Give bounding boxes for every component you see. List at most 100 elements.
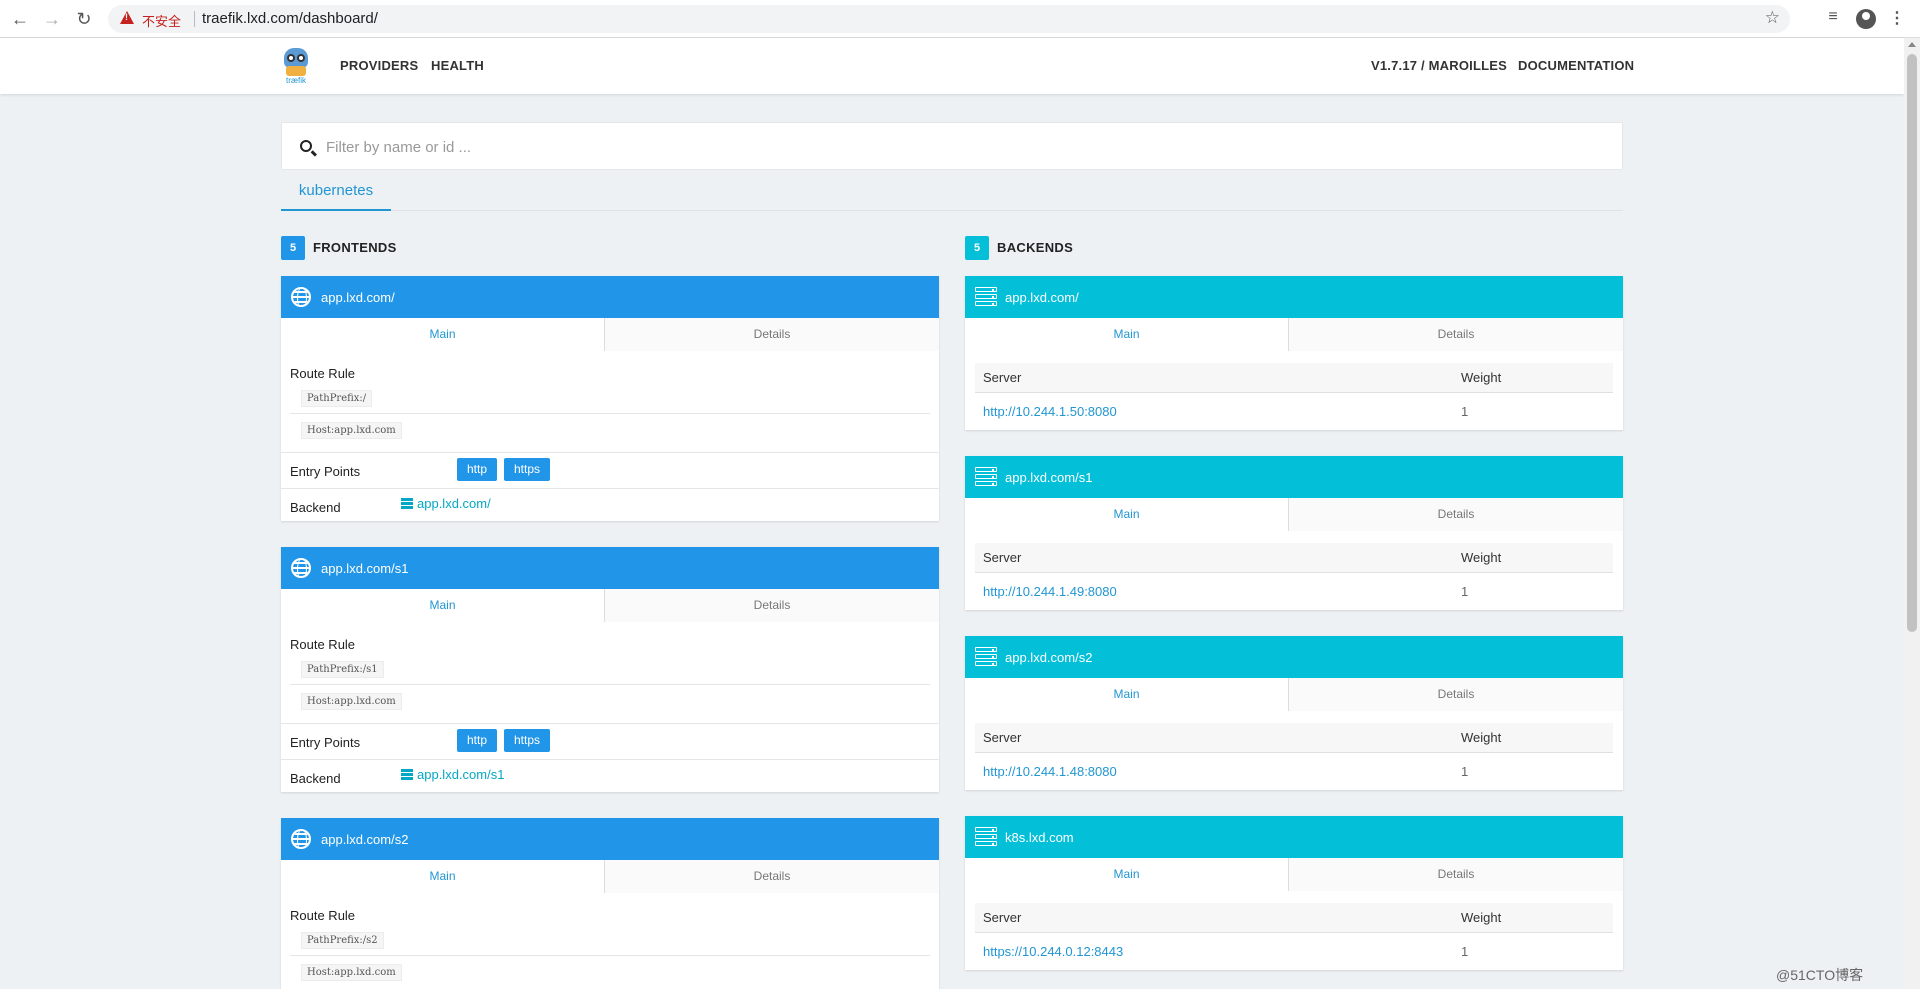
server-weight: 1 (1461, 764, 1469, 779)
frontend-name: app.lxd.com/ (321, 290, 395, 305)
column-weight: Weight (1461, 910, 1502, 925)
backend-card: k8s.lxd.com Main Details Server Weight h… (965, 816, 1623, 970)
column-weight: Weight (1461, 370, 1502, 385)
entry-point-http-button[interactable]: http (457, 458, 497, 481)
tab-main[interactable]: Main (965, 678, 1289, 711)
backend-name: app.lxd.com/s1 (1005, 470, 1093, 485)
frontend-name: app.lxd.com/s2 (321, 832, 409, 847)
frontend-card: app.lxd.com/s1 Main Details Route Rule P… (281, 547, 939, 792)
server-url-link[interactable]: https://10.244.0.12:8443 (983, 944, 1123, 959)
filter-input[interactable] (326, 135, 1526, 159)
url-text[interactable]: traefik.lxd.com/dashboard/ (202, 10, 378, 27)
tab-details[interactable]: Details (605, 318, 939, 351)
backend-card-header: app.lxd.com/ (965, 276, 1623, 318)
table-header (975, 903, 1613, 933)
tab-main[interactable]: Main (281, 589, 605, 622)
profile-avatar-icon[interactable] (1856, 9, 1876, 29)
filter-box (281, 122, 1623, 170)
route-rule-code: PathPrefix:/s2 (301, 932, 384, 949)
scrollbar-thumb[interactable] (1907, 54, 1917, 632)
backend-label: Backend (290, 500, 341, 515)
backend-link[interactable]: app.lxd.com/ (417, 496, 491, 511)
tab-details[interactable]: Details (1289, 318, 1623, 351)
backend-tabs: Main Details (965, 858, 1623, 891)
version-label: V1.7.17 / MAROILLES (1371, 58, 1508, 73)
table-header (975, 723, 1613, 753)
divider (290, 955, 930, 956)
server-icon (401, 769, 413, 780)
backend-name: app.lxd.com/s2 (1005, 650, 1093, 665)
route-rule-code: PathPrefix:/ (301, 390, 373, 407)
backend-tabs: Main Details (965, 318, 1623, 351)
tab-kubernetes[interactable]: kubernetes (281, 178, 391, 211)
column-server: Server (983, 370, 1022, 385)
tab-main[interactable]: Main (281, 860, 605, 893)
backend-card-header: app.lxd.com/s1 (965, 456, 1623, 498)
server-url-link[interactable]: http://10.244.1.48:8080 (983, 764, 1117, 779)
tab-main[interactable]: Main (965, 858, 1289, 891)
route-rule-code: PathPrefix:/s1 (301, 661, 384, 678)
nav-health[interactable]: HEALTH (431, 58, 484, 73)
table-header (975, 543, 1613, 573)
tab-details[interactable]: Details (1289, 858, 1623, 891)
route-rule-label: Route Rule (290, 908, 356, 923)
nav-documentation[interactable]: DOCUMENTATION (1518, 58, 1634, 73)
insecure-label: 不安全 (142, 14, 182, 29)
menu-kebab-icon[interactable]: ⋮ (1886, 8, 1908, 30)
nav-providers[interactable]: PROVIDERS (340, 58, 418, 73)
warning-icon (120, 11, 134, 24)
bookmark-star-icon[interactable]: ☆ (1765, 8, 1780, 28)
server-icon (975, 647, 997, 667)
backends-title: BACKENDS (997, 240, 1074, 255)
frontend-tabs: Main Details (281, 318, 939, 351)
frontends-count-badge: 5 (281, 236, 305, 260)
tab-details[interactable]: Details (605, 589, 939, 622)
tab-details[interactable]: Details (1289, 498, 1623, 531)
route-rule-code: Host:app.lxd.com (301, 964, 402, 981)
server-icon (975, 287, 997, 307)
table-header (975, 363, 1613, 393)
backend-card: app.lxd.com/s2 Main Details Server Weigh… (965, 636, 1623, 790)
frontend-card-header: app.lxd.com/ (281, 276, 939, 318)
server-icon (401, 498, 413, 509)
globe-icon (291, 829, 311, 849)
traefik-logo-icon[interactable]: træfik (282, 48, 310, 86)
backend-name: k8s.lxd.com (1005, 830, 1074, 845)
back-arrow-icon[interactable]: ← (8, 7, 32, 31)
column-server: Server (983, 730, 1022, 745)
frontend-tabs: Main Details (281, 589, 939, 622)
tab-details[interactable]: Details (1289, 678, 1623, 711)
divider (281, 723, 939, 724)
backends-count-badge: 5 (965, 236, 989, 260)
column-server: Server (983, 910, 1022, 925)
scroll-up-arrow-icon[interactable] (1908, 42, 1916, 47)
route-rule-code: Host:app.lxd.com (301, 422, 402, 439)
entry-point-http-button[interactable]: http (457, 729, 497, 752)
reload-icon[interactable]: ↻ (72, 7, 96, 31)
divider (281, 452, 939, 453)
tab-main[interactable]: Main (965, 318, 1289, 351)
backend-card-header: app.lxd.com/s2 (965, 636, 1623, 678)
backend-link[interactable]: app.lxd.com/s1 (417, 767, 504, 782)
entry-points-label: Entry Points (290, 735, 361, 750)
frontend-card: app.lxd.com/ Main Details Route Rule Pat… (281, 276, 939, 521)
address-bar[interactable]: 不安全 traefik.lxd.com/dashboard/ ☆ (108, 5, 1790, 33)
forward-arrow-icon[interactable]: → (40, 7, 64, 31)
tab-main[interactable]: Main (281, 318, 605, 351)
globe-icon (291, 287, 311, 307)
backend-label: Backend (290, 771, 341, 786)
divider (281, 488, 939, 489)
tab-details[interactable]: Details (605, 860, 939, 893)
watermark: @51CTO博客 (1776, 967, 1864, 983)
frontend-name: app.lxd.com/s1 (321, 561, 409, 576)
server-weight: 1 (1461, 404, 1469, 419)
entry-point-https-button[interactable]: https (504, 729, 550, 752)
server-url-link[interactable]: http://10.244.1.49:8080 (983, 584, 1117, 599)
reading-list-icon[interactable]: ≡ (1822, 8, 1844, 30)
tab-main[interactable]: Main (965, 498, 1289, 531)
route-rule-code: Host:app.lxd.com (301, 693, 402, 710)
entry-point-https-button[interactable]: https (504, 458, 550, 481)
separator (194, 11, 195, 27)
column-weight: Weight (1461, 730, 1502, 745)
server-url-link[interactable]: http://10.244.1.50:8080 (983, 404, 1117, 419)
